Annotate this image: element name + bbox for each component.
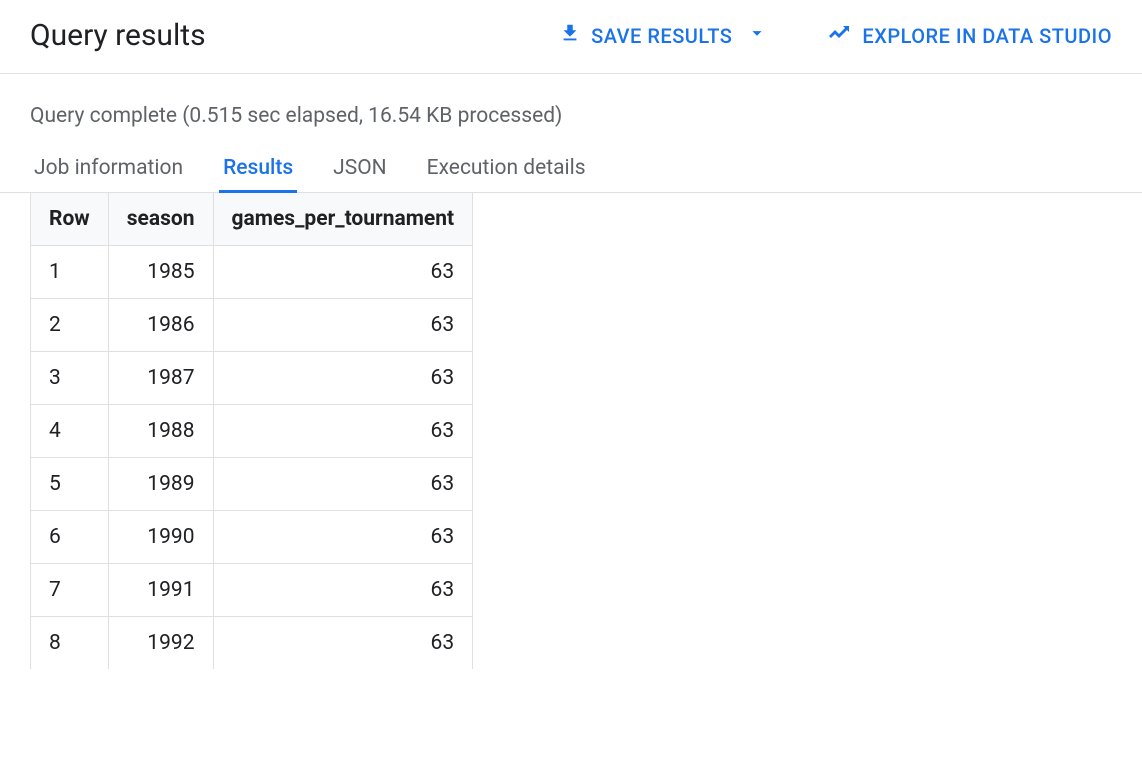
cell-row: 2: [31, 299, 109, 352]
cell-games-per-tournament: 63: [213, 405, 473, 458]
table-row: 5198963: [31, 458, 473, 511]
cell-row: 5: [31, 458, 109, 511]
tab-execution-details[interactable]: Execution details: [423, 148, 590, 192]
save-results-button[interactable]: SAVE RESULTS: [559, 22, 768, 49]
cell-row: 7: [31, 564, 109, 617]
table-row: 2198663: [31, 299, 473, 352]
cell-season: 1989: [108, 458, 213, 511]
tab-results[interactable]: Results: [219, 148, 297, 192]
cell-games-per-tournament: 63: [213, 511, 473, 564]
cell-games-per-tournament: 63: [213, 246, 473, 299]
explore-data-studio-button[interactable]: EXPLORE IN DATA STUDIO: [828, 21, 1112, 50]
results-table: Rowseasongames_per_tournament 1198563219…: [30, 193, 473, 669]
cell-row: 1: [31, 246, 109, 299]
cell-season: 1986: [108, 299, 213, 352]
cell-row: 8: [31, 617, 109, 670]
tabs: Job information Results JSON Execution deta…: [0, 148, 1142, 193]
cell-games-per-tournament: 63: [213, 352, 473, 405]
table-row: 4198863: [31, 405, 473, 458]
cell-season: 1990: [108, 511, 213, 564]
table-row: 7199163: [31, 564, 473, 617]
cell-season: 1991: [108, 564, 213, 617]
tab-job-information[interactable]: Job information: [30, 148, 187, 192]
column-header-season: season: [108, 193, 213, 246]
cell-row: 3: [31, 352, 109, 405]
table-header-row: Rowseasongames_per_tournament: [31, 193, 473, 246]
cell-games-per-tournament: 63: [213, 617, 473, 670]
cell-games-per-tournament: 63: [213, 458, 473, 511]
query-status: Query complete (0.515 sec elapsed, 16.54…: [0, 74, 1142, 148]
tab-json[interactable]: JSON: [329, 148, 390, 192]
table-row: 6199063: [31, 511, 473, 564]
cell-games-per-tournament: 63: [213, 564, 473, 617]
table-row: 3198763: [31, 352, 473, 405]
chevron-down-icon: [746, 22, 768, 49]
download-icon: [559, 22, 581, 49]
page-title: Query results: [30, 18, 206, 53]
table-row: 1198563: [31, 246, 473, 299]
cell-season: 1988: [108, 405, 213, 458]
header-bar: Query results SAVE RESULTS EXPLORE IN DA…: [0, 0, 1142, 74]
table-row: 8199263: [31, 617, 473, 670]
cell-row: 4: [31, 405, 109, 458]
table-body: 1198563219866331987634198863519896361990…: [31, 246, 473, 670]
cell-season: 1992: [108, 617, 213, 670]
column-header-games_per_tournament: games_per_tournament: [213, 193, 473, 246]
chart-icon: [828, 21, 852, 50]
results-table-wrap: Rowseasongames_per_tournament 1198563219…: [0, 193, 1142, 669]
save-results-label: SAVE RESULTS: [591, 24, 732, 48]
explore-label: EXPLORE IN DATA STUDIO: [862, 24, 1112, 48]
cell-row: 6: [31, 511, 109, 564]
cell-season: 1985: [108, 246, 213, 299]
cell-games-per-tournament: 63: [213, 299, 473, 352]
column-header-row: Row: [31, 193, 109, 246]
cell-season: 1987: [108, 352, 213, 405]
